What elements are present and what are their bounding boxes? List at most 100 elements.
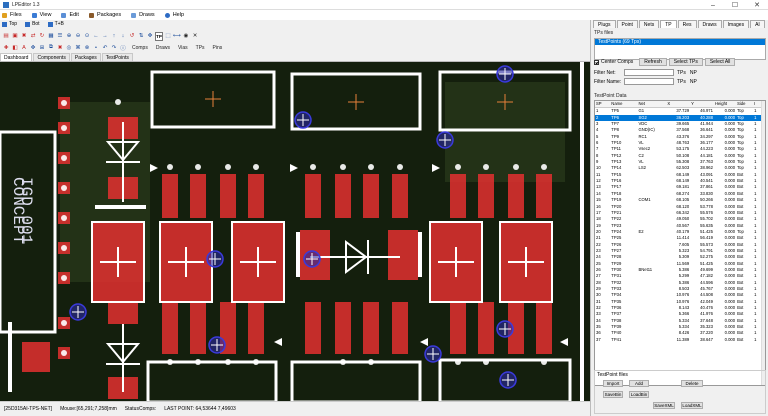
import-button[interactable]: Import: [603, 380, 623, 387]
toggle-comps[interactable]: Comps: [132, 45, 148, 51]
zoom-in-icon[interactable]: ⊕: [65, 32, 73, 41]
column-header[interactable]: Net: [637, 101, 667, 109]
table-row[interactable]: 25 TP29 11.569 51.425 0.000 Bot 1: [595, 261, 765, 267]
close-file-icon[interactable]: ✖: [20, 32, 28, 41]
column-header[interactable]: Name: [610, 101, 638, 109]
tab-plugs[interactable]: Plugs: [593, 20, 616, 28]
minimize-button[interactable]: –: [702, 0, 724, 10]
eye-icon[interactable]: ◉: [182, 32, 190, 41]
table-row[interactable]: 21 TP25 11.414 56.419 0.000 Bot 1: [595, 235, 765, 241]
tab-res[interactable]: Res: [677, 20, 697, 28]
menu-files[interactable]: Files: [2, 12, 22, 18]
side-both-button[interactable]: T+B: [47, 21, 64, 27]
select-all-button[interactable]: Select All: [704, 58, 736, 66]
cross-icon[interactable]: ✕: [191, 32, 199, 41]
tp-icon[interactable]: ⊗: [83, 43, 91, 52]
table-row[interactable]: 7 TP11 Vsec2 53.175 44.223 0.000 Top 1: [595, 146, 765, 152]
flip-icon[interactable]: ⇄: [29, 32, 37, 41]
toggle-tps[interactable]: TPs: [196, 45, 205, 51]
menu-help[interactable]: Help: [164, 12, 184, 18]
table-row[interactable]: 13 TP17 69.181 37.861 0.000 Bot 1: [595, 184, 765, 190]
side-top-button[interactable]: Top: [2, 21, 17, 27]
savexml-button[interactable]: SaveXML: [653, 402, 675, 409]
tp-toggle-icon[interactable]: TP: [155, 31, 163, 41]
refresh-button[interactable]: Refresh: [639, 58, 667, 66]
zoom-fit-icon[interactable]: ⊙: [83, 32, 91, 41]
tree-item-testpoints[interactable]: TestPoints (69 Tps): [595, 39, 765, 45]
table-row[interactable]: 27 TP31 5.299 47.182 0.000 Bot 1: [595, 273, 765, 279]
tab-testpoints[interactable]: TestPoints: [101, 53, 133, 61]
tab-tp[interactable]: TP: [660, 20, 677, 28]
tab-packages[interactable]: Packages: [70, 53, 101, 61]
redo-icon[interactable]: ↷: [110, 43, 118, 52]
add-button[interactable]: Add: [629, 380, 649, 387]
loadxml-button[interactable]: LoadXML: [681, 402, 703, 409]
tab-components[interactable]: Components: [33, 53, 70, 61]
select-tps-button[interactable]: Select TPs: [668, 58, 703, 66]
align-icon[interactable]: ⊞: [38, 43, 46, 52]
arrow-left-icon[interactable]: ←: [92, 32, 100, 41]
layers-icon[interactable]: ☰: [56, 32, 64, 41]
arrow-right-icon[interactable]: →: [101, 32, 109, 41]
copy-icon[interactable]: ⧉: [47, 43, 55, 52]
rotate-icon[interactable]: ↻: [38, 32, 46, 41]
tab-images[interactable]: Images: [722, 20, 750, 28]
select-icon[interactable]: ⬚: [164, 32, 172, 41]
pin-icon[interactable]: •: [92, 43, 100, 52]
tab-nets[interactable]: Nets: [638, 20, 660, 28]
toggle-draws[interactable]: Draws: [156, 45, 170, 51]
testpoint-grid[interactable]: SP Name Net X Y Height Side I 1 TP5 G1 37.729 46.97…: [594, 100, 766, 386]
table-row[interactable]: 1 TP5 G1 37.729 46.971 0.000 Top 1: [595, 108, 765, 115]
arrow-down-icon[interactable]: ↓: [119, 32, 127, 41]
filter-name-input[interactable]: [624, 78, 674, 85]
add-text-icon[interactable]: A: [20, 43, 28, 52]
via-icon[interactable]: ◎: [65, 43, 73, 52]
table-row[interactable]: 16 TP20 68.120 53.778 0.000 Bot 1: [595, 204, 765, 210]
arrow-up-icon[interactable]: ↑: [110, 32, 118, 41]
tab-dashboard[interactable]: Dashboard: [0, 53, 33, 61]
menu-edit[interactable]: Edit: [61, 12, 79, 18]
table-row[interactable]: 22 TP26 7.605 55.573 0.000 Bot 1: [595, 242, 765, 248]
tab-draws[interactable]: Draws: [697, 20, 722, 28]
pcb-canvas[interactable]: CONCEPT IGD 001: [0, 62, 590, 401]
column-header[interactable]: X: [666, 101, 691, 109]
column-header[interactable]: SP: [595, 101, 611, 109]
menu-packages[interactable]: Packages: [88, 12, 121, 18]
grid-scrollbar[interactable]: [761, 101, 765, 385]
table-row[interactable]: 18 TP22 49.050 55.702 0.000 Bot 1: [595, 216, 765, 222]
filter-net-input[interactable]: [624, 69, 674, 76]
menu-draws[interactable]: Draws: [131, 12, 155, 18]
grid-icon[interactable]: ▦: [47, 32, 55, 41]
loadbin-button[interactable]: LoadBin: [629, 391, 649, 398]
side-bot-button[interactable]: Bot: [25, 21, 40, 27]
column-header[interactable]: Y: [690, 101, 714, 109]
table-row[interactable]: 30 TP34 10.976 44.508 0.000 Bot 1: [595, 292, 765, 298]
add-comp-icon[interactable]: ✚: [2, 43, 10, 52]
delete-icon[interactable]: ✖: [56, 43, 64, 52]
tps-files-tree[interactable]: TestPoints (69 Tps): [594, 38, 766, 60]
save-file-icon[interactable]: ▣: [11, 32, 19, 41]
pan-icon[interactable]: ✥: [146, 32, 154, 41]
column-header[interactable]: Side: [736, 101, 754, 109]
zoom-out-icon[interactable]: ⊖: [74, 32, 82, 41]
tab-ai[interactable]: AI: [750, 20, 765, 28]
info-icon[interactable]: ⓘ: [119, 43, 127, 52]
move-icon[interactable]: ✥: [29, 43, 37, 52]
measure-icon[interactable]: ⟷: [173, 32, 181, 41]
mirror-icon[interactable]: ⇅: [137, 32, 145, 41]
tab-point[interactable]: Point: [616, 20, 638, 28]
net-icon[interactable]: ⌘: [74, 43, 82, 52]
savebin-button[interactable]: SaveBin: [603, 391, 623, 398]
refresh-icon[interactable]: ↺: [128, 32, 136, 41]
toggle-vias[interactable]: Vias: [178, 45, 188, 51]
center-comps-checkbox[interactable]: [594, 59, 599, 65]
open-file-icon[interactable]: ▤: [2, 32, 10, 41]
delete-button[interactable]: Delete: [681, 380, 703, 387]
table-row[interactable]: 37 TP41 11.389 38.647 0.000 Bot 1: [595, 337, 765, 343]
table-row[interactable]: 19 TP23 40.567 55.635 0.000 Bot 1: [595, 223, 765, 229]
toggle-pins[interactable]: Pins: [213, 45, 223, 51]
add-pad-icon[interactable]: ◧: [11, 43, 19, 52]
table-row[interactable]: 36 TP40 8.426 37.220 0.000 Bot 1: [595, 330, 765, 336]
undo-icon[interactable]: ↶: [101, 43, 109, 52]
table-row[interactable]: 15 TP19 COM1 68.105 50.266 0.000 Bot 1: [595, 197, 765, 203]
